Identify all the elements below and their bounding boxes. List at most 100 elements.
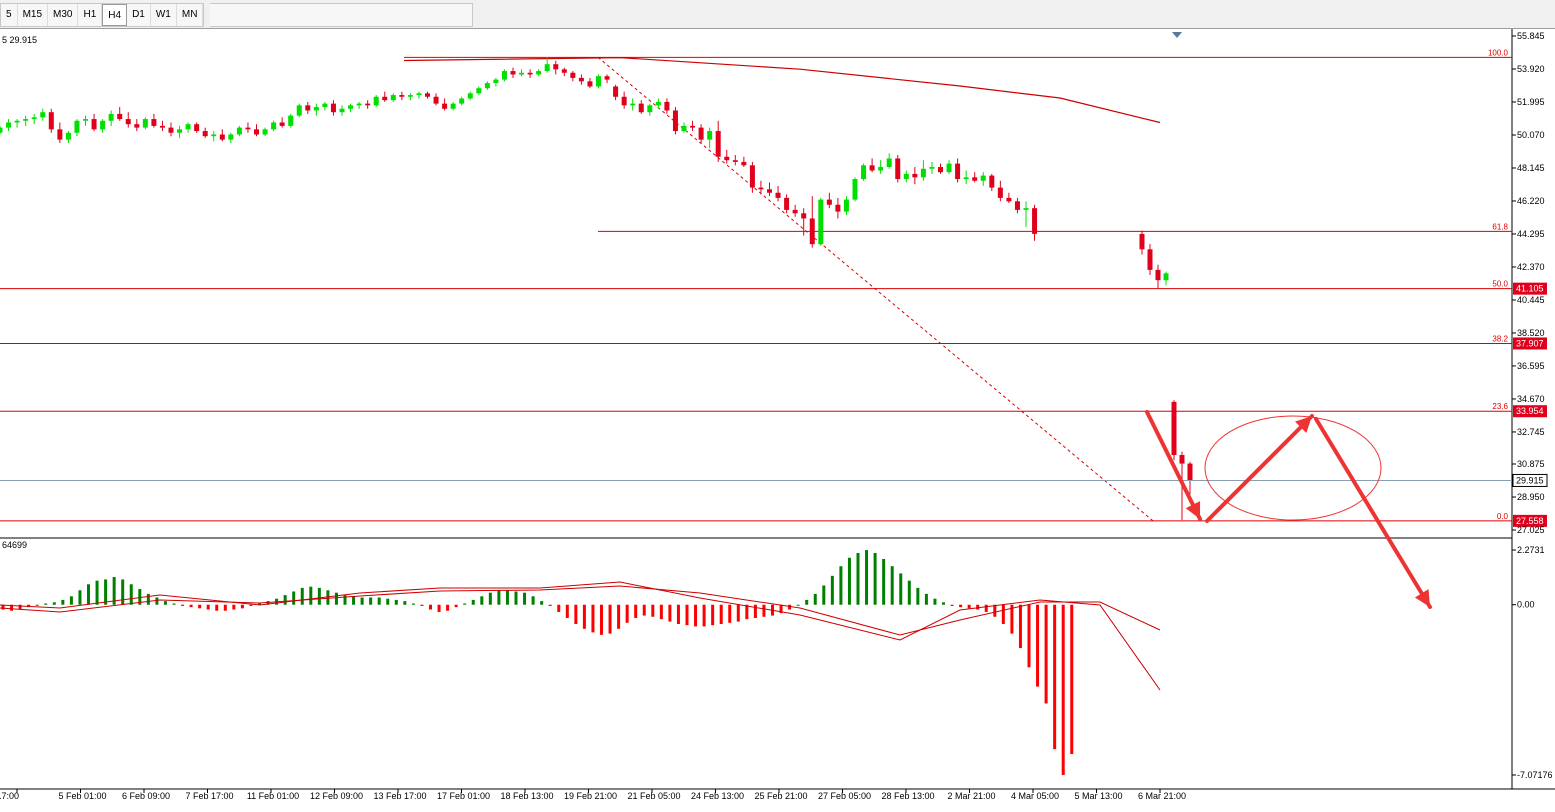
toolbar-empty-area xyxy=(210,3,473,27)
macd-bar xyxy=(377,597,381,605)
time-tick-label: 21 Feb 05:00 xyxy=(627,791,680,801)
macd-tick-label: -7.07176 xyxy=(1517,770,1553,780)
candle-body xyxy=(31,117,37,120)
macd-bar xyxy=(523,592,527,605)
candle-body xyxy=(399,95,405,97)
current-price-label: 29.915 xyxy=(1516,475,1544,485)
macd-bar xyxy=(907,580,911,605)
macd-bar xyxy=(317,587,321,605)
price-tick-label: 38.520 xyxy=(1517,328,1545,338)
candle-body xyxy=(630,103,636,106)
candle-body xyxy=(467,93,473,99)
macd-bar xyxy=(651,604,655,617)
timeframe-button-h1[interactable]: H1 xyxy=(78,4,103,26)
candle-body xyxy=(476,88,482,94)
candle-body xyxy=(279,122,285,126)
macd-bar xyxy=(565,604,569,618)
price-chart[interactable]: 5 29.915 64699 100.0 61.8 50.0 41.105 38.2 37… xyxy=(0,29,1555,812)
macd-bar xyxy=(813,593,817,605)
macd-bar xyxy=(685,604,689,626)
macd-bar xyxy=(882,558,886,605)
macd-bar xyxy=(411,603,415,605)
macd-bar xyxy=(232,604,236,610)
macd-bar xyxy=(505,590,509,605)
macd-bar xyxy=(942,602,945,605)
candle-body xyxy=(578,77,584,82)
candle-body xyxy=(886,158,892,168)
price-tick-label: 34.670 xyxy=(1517,394,1545,404)
candle-body xyxy=(211,134,217,137)
candle-body xyxy=(433,96,439,104)
candle-body xyxy=(861,165,867,180)
time-tick-label: 2 Mar 21:00 xyxy=(947,791,995,801)
candle-body xyxy=(65,132,71,140)
candle-body xyxy=(835,204,841,212)
time-tick-label: 7 Feb 17:00 xyxy=(185,791,233,801)
candle-body xyxy=(365,103,371,106)
timeframe-button-m15[interactable]: M15 xyxy=(18,4,49,26)
macd-bar xyxy=(300,587,304,605)
candle-body xyxy=(587,81,593,87)
macd-bar xyxy=(574,604,578,624)
macd-bar xyxy=(309,586,313,605)
timeframe-button-group: 5 M15 M30 H1 H4 D1 W1 MN xyxy=(0,3,205,27)
macd-bar xyxy=(1061,604,1065,775)
macd-bar xyxy=(129,584,133,605)
candle-body xyxy=(1139,233,1145,250)
macd-bar xyxy=(659,604,663,620)
candle-body xyxy=(826,199,832,205)
time-tick-label: 5 Mar 13:00 xyxy=(1074,791,1122,801)
candle-body xyxy=(1171,401,1177,456)
macd-bar xyxy=(95,580,99,605)
candle-body xyxy=(168,127,174,133)
timeframe-button-m30[interactable]: M30 xyxy=(48,4,79,26)
candle-body xyxy=(536,71,542,75)
time-tick-label: 24 Feb 13:00 xyxy=(691,791,744,801)
candle-body xyxy=(698,127,704,140)
candle-body xyxy=(929,167,935,169)
price-tick-label: 51.995 xyxy=(1517,97,1545,107)
macd-bar xyxy=(702,604,706,627)
timeframe-button-w1[interactable]: W1 xyxy=(151,4,177,26)
macd-bar xyxy=(830,575,834,605)
macd-bar xyxy=(950,604,954,606)
macd-bar xyxy=(924,593,928,605)
candle-body xyxy=(100,120,106,130)
macd-bar xyxy=(87,584,90,605)
fib-level-label: 23.6 xyxy=(1492,402,1508,411)
macd-bar xyxy=(711,604,715,626)
timeframe-button-5[interactable]: 5 xyxy=(1,4,18,26)
candle-body xyxy=(151,119,157,126)
timeframe-button-mn[interactable]: MN xyxy=(177,4,204,26)
candle-body xyxy=(339,108,345,113)
macd-bar xyxy=(471,599,475,605)
timeframe-button-d1[interactable]: D1 xyxy=(127,4,151,26)
price-tick-label: 46.220 xyxy=(1517,196,1545,206)
candle-body xyxy=(604,76,610,80)
time-tick-label: 19 Feb 21:00 xyxy=(564,791,617,801)
candle-body xyxy=(1187,463,1193,481)
candle-body xyxy=(134,124,140,128)
macd-bar xyxy=(249,604,253,606)
price-tick-label: 32.745 xyxy=(1517,427,1545,437)
candle-body xyxy=(1155,269,1161,281)
candle-body xyxy=(767,189,772,193)
candle-body xyxy=(202,131,208,137)
macd-bar xyxy=(121,579,125,605)
fib-level-label: 100.0 xyxy=(1488,48,1509,57)
candle-body xyxy=(91,119,97,130)
candle-body xyxy=(732,160,738,162)
macd-bar xyxy=(976,604,980,610)
macd-bar xyxy=(634,604,638,618)
time-tick-label: 28 Feb 13:00 xyxy=(881,791,934,801)
macd-bar xyxy=(822,585,826,605)
timeframe-button-h4[interactable]: H4 xyxy=(102,4,128,26)
candle-body xyxy=(519,72,525,75)
candle-body xyxy=(48,112,54,130)
macd-bar xyxy=(446,604,450,611)
macd-bar xyxy=(719,604,723,624)
candle-body xyxy=(707,131,713,140)
macd-bar xyxy=(856,552,860,605)
macd-bar xyxy=(1053,604,1057,750)
macd-bar xyxy=(540,601,544,605)
